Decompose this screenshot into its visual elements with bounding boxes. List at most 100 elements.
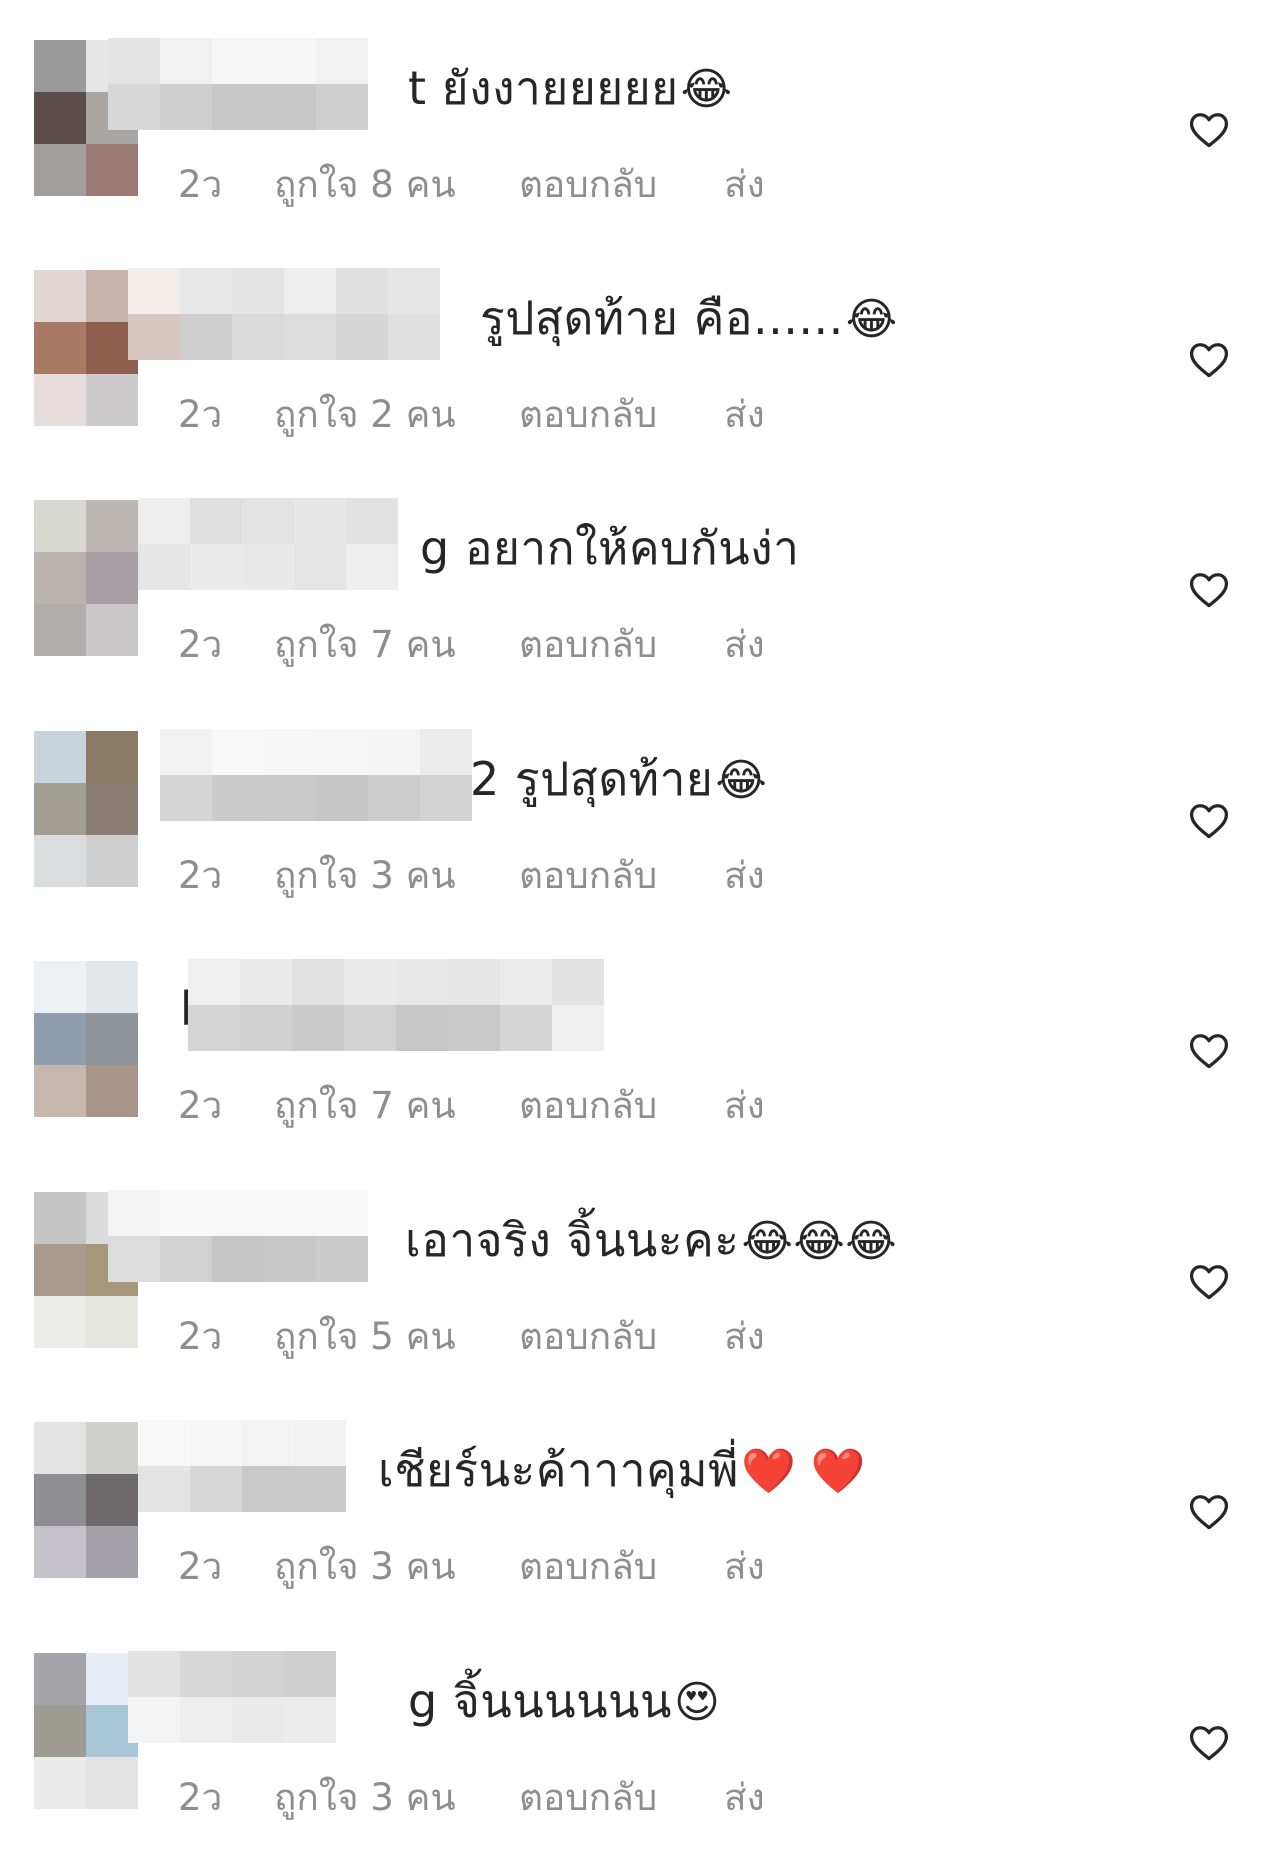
username-pixel [160,729,212,775]
username-pixel [284,314,336,360]
username-pixel [500,1005,552,1051]
username-pixel [368,775,420,821]
username-pixel [388,314,440,360]
avatar[interactable] [34,731,138,887]
username-pixel [316,1190,368,1236]
username-pixel [180,1697,232,1743]
heart-icon[interactable] [1187,1721,1231,1765]
heart-icon[interactable] [1187,1260,1231,1304]
comment-emoji: 😂 [680,64,733,115]
username-blurred[interactable] [108,38,384,130]
username-pixel [316,38,368,84]
comment-meta: 2ว ถูกใจ 2 คน ตอบกลับ ส่ง [178,385,765,444]
username-pixel [188,959,240,1005]
share-button[interactable]: ส่ง [724,1076,765,1135]
like-count[interactable]: ถูกใจ 3 คน [274,1537,519,1596]
like-count[interactable]: ถูกใจ 7 คน [274,1076,519,1135]
avatar-pixel [86,604,138,656]
comment-body: เชียร์นะค้าาาคุมพี่ [378,1443,739,1497]
comment-row: g จิ้นนนนนน😍 2ว ถูกใจ 3 คน ตอบกลับ ส่ง [0,1633,1280,1863]
username-pixel [344,1005,396,1051]
username-pixel [242,544,294,590]
comment-age: 2ว [178,854,223,897]
username-pixel [420,729,472,775]
username-pixel [138,1420,190,1466]
username-blurred[interactable] [160,729,472,821]
share-button[interactable]: ส่ง [724,1537,765,1596]
username-pixel [552,1005,604,1051]
username-blurred[interactable] [108,1190,404,1282]
reply-button[interactable]: ตอบกลับ [519,155,724,214]
reply-button[interactable]: ตอบกลับ [519,1307,724,1366]
username-blurred[interactable] [188,959,640,1051]
reply-button[interactable]: ตอบกลับ [519,846,724,905]
avatar-pixel [34,92,86,144]
avatar-pixel [86,1422,138,1474]
avatar[interactable] [34,500,138,656]
avatar-pixel [34,1705,86,1757]
username-pixel [128,1697,180,1743]
comment-text: t ยังงายยยยย😂 [408,58,733,120]
avatar-pixel [86,144,138,196]
avatar[interactable] [34,1653,138,1809]
heart-icon[interactable] [1187,568,1231,612]
reply-button[interactable]: ตอบกลับ [519,1768,724,1827]
like-count[interactable]: ถูกใจ 7 คน [274,615,519,674]
share-button[interactable]: ส่ง [724,1768,765,1827]
username-pixel [552,959,604,1005]
comment-meta: 2ว ถูกใจ 7 คน ตอบกลับ ส่ง [178,1076,765,1135]
username-pixel [212,1236,264,1282]
username-pixel [336,268,388,314]
avatar[interactable] [34,1422,138,1578]
avatar-pixel [34,40,86,92]
comment-text: เชียร์นะค้าาาคุมพี่❤️ ❤️ [378,1440,866,1502]
avatar[interactable] [34,270,138,426]
like-count[interactable]: ถูกใจ 3 คน [274,846,519,905]
share-button[interactable]: ส่ง [724,846,765,905]
like-count[interactable]: ถูกใจ 3 คน [274,1768,519,1827]
reply-button[interactable]: ตอบกลับ [519,1537,724,1596]
comment-body: g จิ้นนนนนน [408,1674,672,1728]
reply-button[interactable]: ตอบกลับ [519,615,724,674]
reply-button[interactable]: ตอบกลับ [519,1076,724,1135]
heart-icon[interactable] [1187,799,1231,843]
username-blurred[interactable] [128,1651,384,1743]
avatar[interactable] [34,961,138,1117]
comment-emoji: 😂 [715,755,768,806]
username-pixel [240,1005,292,1051]
username-blurred[interactable] [128,268,472,360]
share-button[interactable]: ส่ง [724,385,765,444]
heart-icon[interactable] [1187,108,1231,152]
username-pixel [232,314,284,360]
avatar-pixel [86,500,138,552]
heart-icon[interactable] [1187,338,1231,382]
like-count[interactable]: ถูกใจ 5 คน [274,1307,519,1366]
avatar-pixel [34,270,86,322]
share-button[interactable]: ส่ง [724,155,765,214]
username-pixel [448,1005,500,1051]
username-pixel [108,1236,160,1282]
share-button[interactable]: ส่ง [724,615,765,674]
heart-icon[interactable] [1187,1490,1231,1534]
comment-age: 2ว [178,1545,223,1588]
username-blurred[interactable] [138,498,398,590]
username-pixel [232,1651,284,1697]
username-pixel [240,959,292,1005]
heart-icon[interactable] [1187,1029,1231,1073]
avatar-pixel [86,961,138,1013]
avatar-pixel [34,322,86,374]
username-pixel [284,268,336,314]
username-blurred[interactable] [138,1420,362,1512]
avatar-pixel [86,1065,138,1117]
comment-body: เอาจริง จิ้นนะคะ [405,1213,740,1267]
reply-button[interactable]: ตอบกลับ [519,385,724,444]
share-button[interactable]: ส่ง [724,1307,765,1366]
like-count[interactable]: ถูกใจ 8 คน [274,155,519,214]
comment-text: g จิ้นนนนนน😍 [408,1671,720,1733]
avatar-pixel [34,1244,86,1296]
avatar-pixel [34,731,86,783]
like-count[interactable]: ถูกใจ 2 คน [274,385,519,444]
username-pixel [160,1236,212,1282]
username-pixel [316,729,368,775]
username-pixel [294,1466,346,1512]
